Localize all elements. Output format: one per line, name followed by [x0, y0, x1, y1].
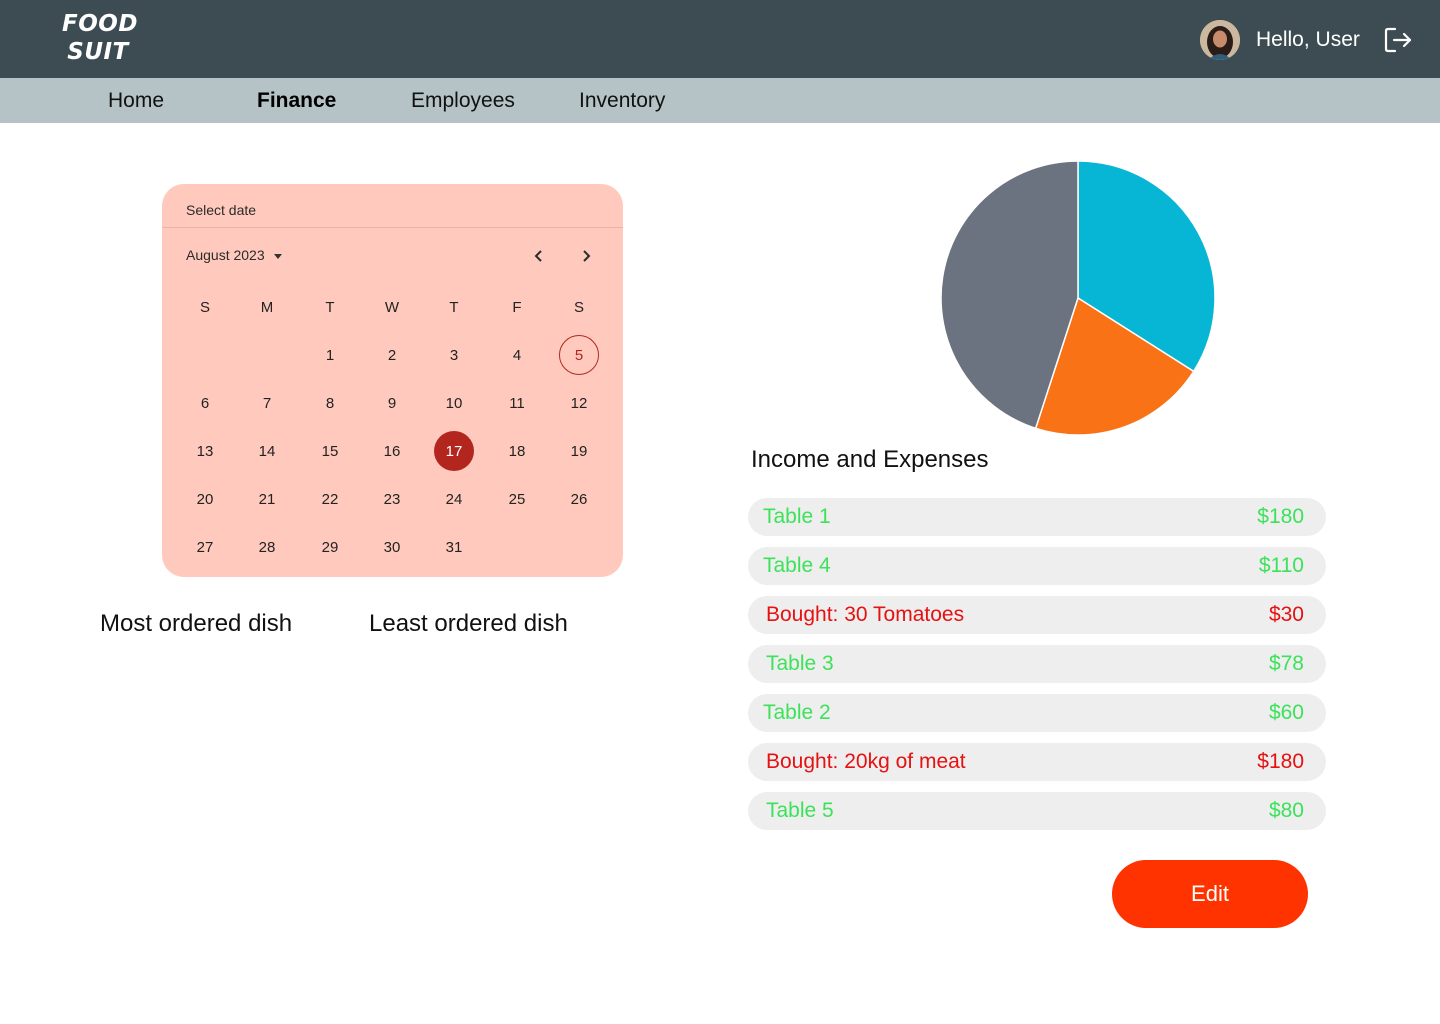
calendar-day-30[interactable]: 30	[372, 527, 412, 567]
app-logo[interactable]: FOOD SUIT	[62, 10, 138, 66]
transaction-amount: $180	[1257, 750, 1304, 773]
top-bar: FOOD SUIT Hello, User	[0, 0, 1440, 78]
transaction-label: Table 4	[763, 554, 831, 577]
logo-line-1: FOOD	[62, 11, 138, 37]
chevron-right-icon[interactable]	[572, 242, 600, 270]
transaction-row[interactable]: Table 2 $60	[748, 694, 1326, 732]
date-picker-divider	[162, 227, 623, 228]
logo-line-2: SUIT	[67, 39, 129, 65]
month-label: August 2023	[186, 247, 265, 263]
income-expenses-pie-chart	[940, 160, 1216, 436]
transaction-row[interactable]: Table 3 $78	[748, 645, 1326, 683]
calendar-day-7[interactable]: 7	[247, 383, 287, 423]
calendar-day-19[interactable]: 19	[559, 431, 599, 471]
calendar-day-31[interactable]: 31	[434, 527, 474, 567]
nav-inventory[interactable]: Inventory	[579, 78, 665, 123]
avatar-image	[1200, 20, 1240, 60]
transaction-label: Table 2	[763, 701, 831, 724]
least-ordered-dish-label: Least ordered dish	[369, 610, 568, 637]
calendar-day-28[interactable]: 28	[247, 527, 287, 567]
calendar-day-3[interactable]: 3	[434, 335, 474, 375]
weekday-label: F	[512, 298, 522, 316]
calendar-day-10[interactable]: 10	[434, 383, 474, 423]
calendar-day-22[interactable]: 22	[310, 479, 350, 519]
transaction-label: Table 5	[766, 799, 834, 822]
caret-down-icon	[273, 253, 282, 259]
chevron-left-icon[interactable]	[525, 242, 553, 270]
calendar-day-14[interactable]: 14	[247, 431, 287, 471]
calendar-day-6[interactable]: 6	[185, 383, 225, 423]
date-picker-header: Select date	[186, 202, 257, 218]
logout-icon[interactable]	[1382, 24, 1414, 56]
calendar-day-4[interactable]: 4	[497, 335, 537, 375]
income-expenses-title: Income and Expenses	[751, 446, 989, 473]
edit-button[interactable]: Edit	[1112, 860, 1308, 928]
calendar-day-15[interactable]: 15	[310, 431, 350, 471]
calendar-day-12[interactable]: 12	[559, 383, 599, 423]
weekday-label: M	[260, 298, 274, 316]
weekday-label: W	[384, 298, 400, 316]
date-picker: Select date August 2023 SMTWTFS123456789…	[162, 184, 623, 577]
user-greeting: Hello, User	[1256, 28, 1360, 51]
transaction-amount: $80	[1268, 799, 1304, 822]
calendar-day-9[interactable]: 9	[372, 383, 412, 423]
calendar-day-16[interactable]: 16	[372, 431, 412, 471]
most-ordered-dish-label: Most ordered dish	[100, 610, 293, 637]
nav-employees[interactable]: Employees	[411, 78, 515, 123]
user-avatar[interactable]	[1200, 20, 1240, 60]
calendar-day-29[interactable]: 29	[310, 527, 350, 567]
calendar-day-17[interactable]: 17	[434, 431, 474, 471]
transaction-row[interactable]: Table 4 $110	[748, 547, 1326, 585]
transaction-row[interactable]: Bought: 20kg of meat $180	[748, 743, 1326, 781]
calendar-day-2[interactable]: 2	[372, 335, 412, 375]
transaction-amount: $78	[1268, 652, 1304, 675]
weekday-label: T	[449, 298, 459, 316]
calendar-day-5[interactable]: 5	[559, 335, 599, 375]
month-selector[interactable]: August 2023	[186, 247, 282, 263]
calendar-day-24[interactable]: 24	[434, 479, 474, 519]
transaction-row[interactable]: Table 1 $180	[748, 498, 1326, 536]
transaction-label: Table 1	[763, 505, 831, 528]
calendar-day-23[interactable]: 23	[372, 479, 412, 519]
calendar-day-27[interactable]: 27	[185, 527, 225, 567]
transaction-label: Bought: 30 Tomatoes	[766, 603, 965, 626]
transaction-label: Table 3	[766, 652, 834, 675]
calendar-day-13[interactable]: 13	[185, 431, 225, 471]
transaction-label: Bought: 20kg of meat	[766, 750, 966, 773]
transaction-row[interactable]: Bought: 30 Tomatoes $30	[748, 596, 1326, 634]
weekday-label: S	[573, 298, 584, 316]
calendar-day-25[interactable]: 25	[497, 479, 537, 519]
transaction-amount: $180	[1257, 505, 1304, 528]
weekday-label: S	[199, 298, 210, 316]
calendar-day-26[interactable]: 26	[559, 479, 599, 519]
calendar-day-20[interactable]: 20	[185, 479, 225, 519]
transaction-row[interactable]: Table 5 $80	[748, 792, 1326, 830]
transaction-amount: $30	[1268, 603, 1304, 626]
nav-finance[interactable]: Finance	[257, 78, 336, 123]
calendar-day-8[interactable]: 8	[310, 383, 350, 423]
calendar-day-1[interactable]: 1	[310, 335, 350, 375]
weekday-label: T	[325, 298, 335, 316]
calendar-day-11[interactable]: 11	[497, 383, 537, 423]
nav-home[interactable]: Home	[108, 78, 164, 123]
calendar-day-21[interactable]: 21	[247, 479, 287, 519]
transaction-amount: $60	[1268, 701, 1304, 724]
transaction-amount: $110	[1258, 554, 1304, 577]
calendar-day-18[interactable]: 18	[497, 431, 537, 471]
main-nav: Home Finance Employees Inventory	[0, 78, 1440, 123]
